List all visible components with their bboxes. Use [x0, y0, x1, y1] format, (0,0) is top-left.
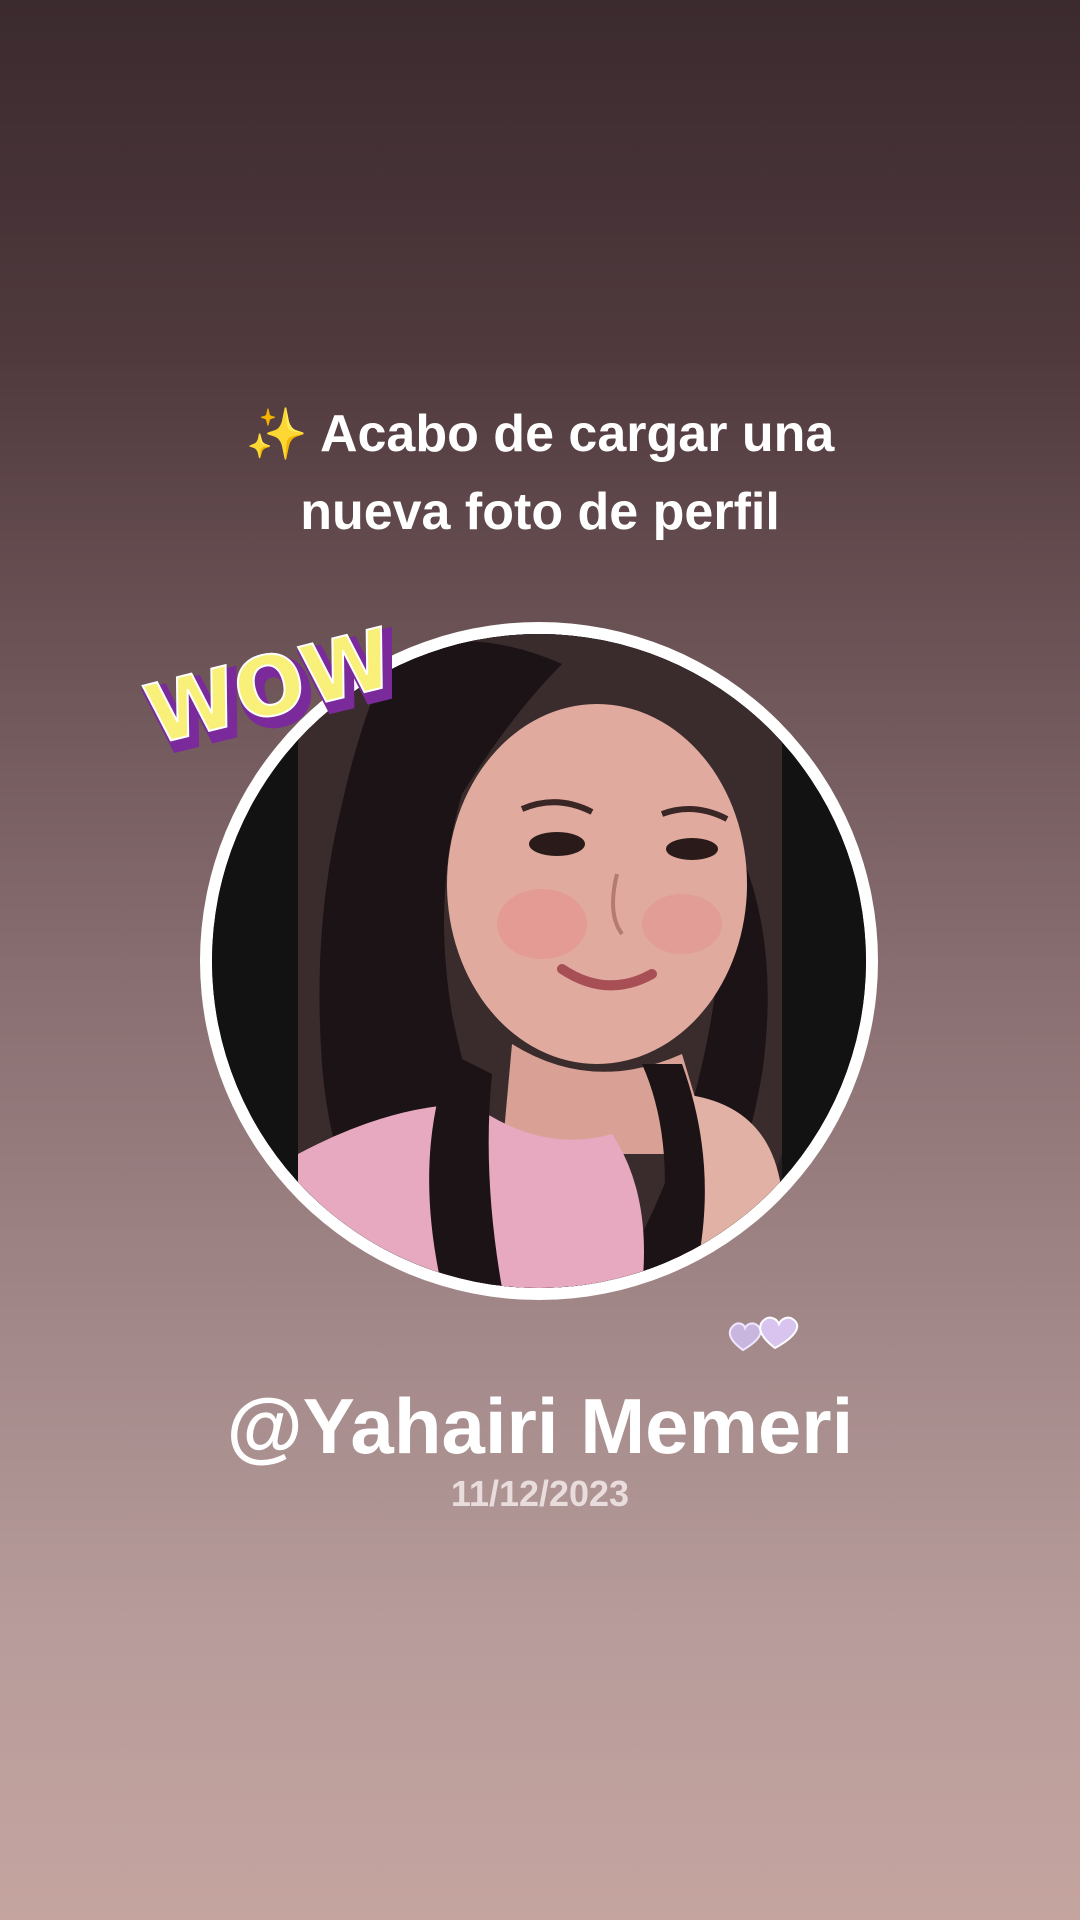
post-date: 11/12/2023 [450, 1473, 630, 1514]
wow-sticker: WOW! WOW! [132, 585, 450, 785]
headline-line-1: ✨ Acabo de cargar una [0, 395, 1080, 473]
headline-line-2: nueva foto de perfil [300, 483, 780, 541]
headline: ✨ Acabo de cargar una nueva foto de perfi… [0, 395, 1080, 551]
sparkle-icon: ✨ [245, 406, 308, 462]
hearts-icon [725, 1310, 805, 1358]
headline-text-1: Acabo de cargar una [319, 405, 835, 463]
username: @Yahairi Memeri [226, 1382, 854, 1470]
